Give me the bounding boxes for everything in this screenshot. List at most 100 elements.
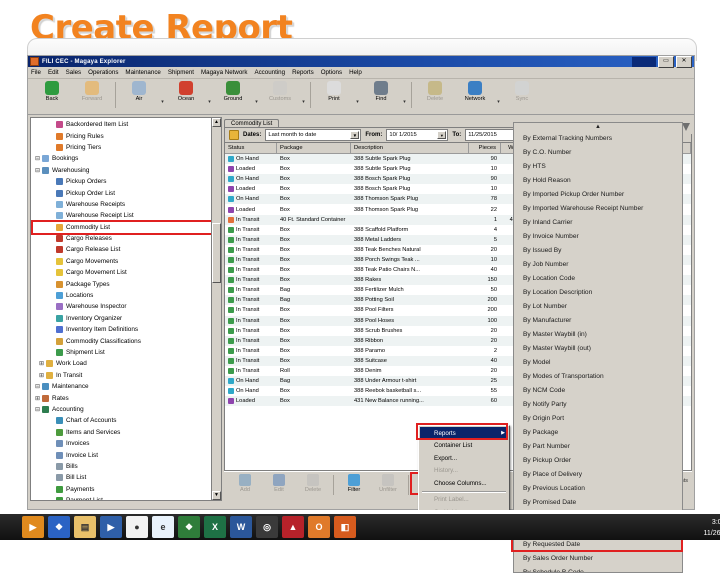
grid-column-header[interactable]: Pieces bbox=[469, 143, 501, 153]
sidebar-item-invoice-list[interactable]: Invoice List bbox=[33, 449, 221, 460]
menu-item-operations[interactable]: Operations bbox=[88, 69, 118, 76]
toolbar-button-air[interactable]: Air bbox=[119, 81, 159, 102]
sidebar-item-rates[interactable]: ⊞ Rates bbox=[33, 392, 221, 403]
context-menu-item-choose-columns-[interactable]: Choose Columns... bbox=[420, 477, 508, 490]
report-option-by-ncm-code[interactable]: By NCM Code bbox=[514, 383, 682, 397]
excel-icon[interactable]: X bbox=[204, 516, 226, 538]
outlook-icon[interactable]: O bbox=[308, 516, 330, 538]
report-option-by-master-waybill-out-[interactable]: By Master Waybill (out) bbox=[514, 341, 682, 355]
report-option-by-modes-of-transportation[interactable]: By Modes of Transportation bbox=[514, 369, 682, 383]
report-option-by-lot-number[interactable]: By Lot Number bbox=[514, 299, 682, 313]
sidebar-item-maintenance[interactable]: ⊟ Maintenance bbox=[33, 381, 221, 392]
chevron-down-icon[interactable]: ▼ bbox=[350, 131, 360, 139]
sidebar-item-work-load[interactable]: ⊞ Work Load bbox=[33, 358, 221, 369]
sidebar-item-pickup-orders[interactable]: Pickup Orders bbox=[33, 176, 221, 187]
menu-item-shipment[interactable]: Shipment bbox=[168, 69, 194, 76]
tree-expander-icon[interactable]: ⊞ bbox=[37, 372, 46, 379]
menu-item-help[interactable]: Help bbox=[349, 69, 362, 76]
sidebar-item-commodity-list[interactable]: Commodity List bbox=[31, 219, 221, 235]
sidebar-item-pricing-tiers[interactable]: Pricing Tiers bbox=[33, 142, 221, 153]
report-option-by-inland-carrier[interactable]: By Inland Carrier bbox=[514, 215, 682, 229]
menu-item-sales[interactable]: Sales bbox=[66, 69, 81, 76]
chevron-down-icon[interactable]: ▾ bbox=[300, 99, 307, 105]
report-option-by-location-description[interactable]: By Location Description bbox=[514, 285, 682, 299]
grid-column-header[interactable]: Description bbox=[351, 143, 469, 153]
sidebar-item-shipment-list[interactable]: Shipment List bbox=[33, 347, 221, 358]
grid-column-header[interactable]: Status bbox=[225, 143, 277, 153]
sidebar-item-backordered-item-list[interactable]: Backordered Item List bbox=[33, 119, 221, 130]
toolbar-button-print[interactable]: Print bbox=[314, 81, 354, 102]
report-option-by-hts[interactable]: By HTS bbox=[514, 159, 682, 173]
tree-expander-icon[interactable]: ⊟ bbox=[33, 406, 42, 413]
report-option-by-location-code[interactable]: By Location Code bbox=[514, 271, 682, 285]
context-menu-item-container-list[interactable]: Container List bbox=[420, 440, 508, 453]
sidebar-item-in-transit[interactable]: ⊞ In Transit bbox=[33, 370, 221, 381]
report-option-by-external-tracking-numbers[interactable]: By External Tracking Numbers bbox=[514, 131, 682, 145]
adobe-reader-icon[interactable]: ❖ bbox=[178, 516, 200, 538]
filter-funnel-icon[interactable] bbox=[682, 123, 690, 131]
report-option-by-master-waybill-in-[interactable]: By Master Waybill (in) bbox=[514, 327, 682, 341]
tab-commodity-list[interactable]: Commodity List bbox=[224, 119, 280, 127]
menu-item-magaya-network[interactable]: Magaya Network bbox=[201, 69, 247, 76]
report-option-by-issued-by[interactable]: By Issued By bbox=[514, 243, 682, 257]
chrome-icon[interactable]: ● bbox=[126, 516, 148, 538]
system-clock[interactable]: 3:00 PM 11/26/2015 bbox=[703, 517, 720, 539]
report-option-by-origin-port[interactable]: By Origin Port bbox=[514, 411, 682, 425]
sidebar-item-pickup-order-list[interactable]: Pickup Order List bbox=[33, 187, 221, 198]
word-icon[interactable]: W bbox=[230, 516, 252, 538]
tree-expander-icon[interactable]: ⊟ bbox=[33, 155, 42, 162]
report-option-by-job-number[interactable]: By Job Number bbox=[514, 257, 682, 271]
close-button[interactable]: ✕ bbox=[676, 55, 692, 68]
skype-icon[interactable]: ◎ bbox=[256, 516, 278, 538]
sidebar-item-warehouse-receipts[interactable]: Warehouse Receipts bbox=[33, 199, 221, 210]
report-option-by-imported-pickup-order-number[interactable]: By Imported Pickup Order Number bbox=[514, 187, 682, 201]
sidebar-scrollbar[interactable]: ▲ ▼ bbox=[211, 118, 221, 500]
scroll-up-arrow[interactable]: ▲ bbox=[212, 118, 221, 127]
menu-item-file[interactable]: File bbox=[31, 69, 41, 76]
chevron-down-icon[interactable]: ▾ bbox=[206, 99, 213, 105]
menu-item-accounting[interactable]: Accounting bbox=[254, 69, 285, 76]
report-option-by-part-number[interactable]: By Part Number bbox=[514, 439, 682, 453]
menu-item-edit[interactable]: Edit bbox=[48, 69, 59, 76]
from-date-input[interactable]: 10/ 1/2015 ▾ bbox=[386, 129, 449, 141]
command-button-filter[interactable]: Filter bbox=[337, 474, 371, 493]
sidebar-item-warehouse-inspector[interactable]: Warehouse Inspector bbox=[33, 301, 221, 312]
sidebar-item-payments[interactable]: Payments bbox=[33, 484, 221, 495]
file-explorer-icon[interactable]: ❖ bbox=[48, 516, 70, 538]
sidebar-item-cargo-movements[interactable]: Cargo Movements bbox=[33, 256, 221, 267]
report-option-by-sales-order-number[interactable]: By Sales Order Number bbox=[514, 551, 682, 565]
sidebar-item-inventory-item-definitions[interactable]: Inventory Item Definitions bbox=[33, 324, 221, 335]
sidebar-item-accounting[interactable]: ⊟ Accounting bbox=[33, 404, 221, 415]
report-option-by-invoice-number[interactable]: By Invoice Number bbox=[514, 229, 682, 243]
sidebar-item-cargo-movement-list[interactable]: Cargo Movement List bbox=[33, 267, 221, 278]
toolbar-button-find[interactable]: Find bbox=[361, 81, 401, 102]
dates-range-select[interactable]: Last month to date ▼ bbox=[265, 129, 362, 141]
toolbar-button-network[interactable]: Network bbox=[455, 81, 495, 102]
folder-icon[interactable]: ▤ bbox=[74, 516, 96, 538]
internet-explorer-icon[interactable]: e bbox=[152, 516, 174, 538]
chevron-down-icon[interactable]: ▾ bbox=[354, 99, 361, 105]
sidebar-item-bookings[interactable]: ⊟ Bookings bbox=[33, 153, 221, 164]
tree-expander-icon[interactable]: ⊞ bbox=[37, 360, 46, 367]
sidebar-item-chart-of-accounts[interactable]: Chart of Accounts bbox=[33, 415, 221, 426]
report-by-list[interactable]: ▲ By External Tracking Numbers By C.O. Nu… bbox=[513, 122, 683, 573]
sidebar-item-inventory-organizer[interactable]: Inventory Organizer bbox=[33, 313, 221, 324]
tree-expander-icon[interactable]: ⊟ bbox=[33, 383, 42, 390]
sidebar-item-invoices[interactable]: Invoices bbox=[33, 438, 221, 449]
chevron-down-icon[interactable]: ▾ bbox=[253, 99, 260, 105]
sidebar-item-items-and-services[interactable]: Items and Services bbox=[33, 427, 221, 438]
windows-media-player-icon[interactable]: ▶ bbox=[22, 516, 44, 538]
sidebar-item-pricing-rules[interactable]: Pricing Rules bbox=[33, 130, 221, 141]
sidebar-item-bills[interactable]: Bills bbox=[33, 461, 221, 472]
acrobat-icon[interactable]: ▲ bbox=[282, 516, 304, 538]
toolbar-button-ground[interactable]: Ground bbox=[213, 81, 253, 102]
menu-item-reports[interactable]: Reports bbox=[292, 69, 314, 76]
list-scroll-up-icon[interactable]: ▲ bbox=[514, 123, 682, 131]
report-option-by-notify-party[interactable]: By Notify Party bbox=[514, 397, 682, 411]
sidebar-item-commodity-classifications[interactable]: Commodity Classifications bbox=[33, 335, 221, 346]
context-menu-item-export-[interactable]: Export... bbox=[420, 452, 508, 465]
scroll-down-arrow[interactable]: ▼ bbox=[212, 491, 221, 500]
sidebar-item-cargo-release-list[interactable]: Cargo Release List bbox=[33, 244, 221, 255]
restore-button[interactable]: ▭ bbox=[658, 55, 674, 68]
report-option-by-hold-reason[interactable]: By Hold Reason bbox=[514, 173, 682, 187]
